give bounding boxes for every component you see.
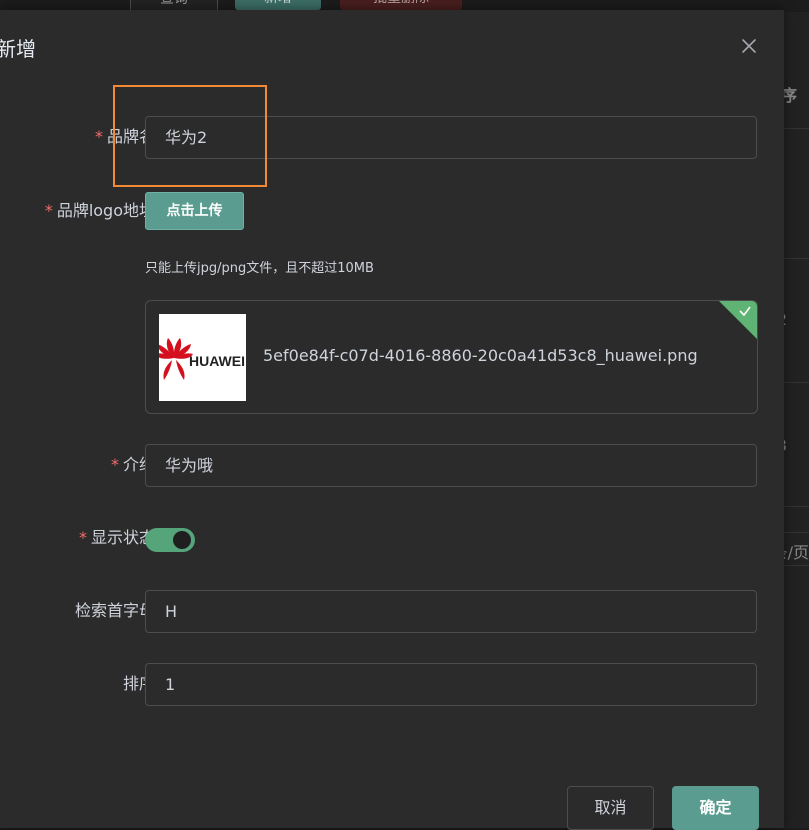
huawei-logo-text: HUAWEI (189, 353, 245, 369)
uploaded-file-card[interactable]: HUAWEI 5ef0e84f-c07d-4016-8860-20c0a41d5… (145, 300, 758, 414)
file-name: 5ef0e84f-c07d-4016-8860-20c0a41d53c8_hua… (263, 346, 698, 365)
first-letter-label: 检索首字母 (74, 601, 155, 620)
sort-input[interactable]: 1 (145, 663, 757, 706)
required-mark: * (94, 127, 103, 146)
required-mark: * (110, 455, 119, 474)
huawei-logo-thumbnail: HUAWEI (155, 314, 246, 401)
cancel-button[interactable]: 取消 (567, 786, 654, 830)
upload-button[interactable]: 点击上传 (145, 192, 244, 230)
highlight-box (113, 85, 267, 187)
check-icon (739, 306, 751, 317)
first-letter-input[interactable]: H (145, 590, 757, 633)
upload-tip: 只能上传jpg/png文件，且不超过10MB (145, 261, 374, 276)
required-mark: * (44, 201, 53, 220)
confirm-button[interactable]: 确定 (672, 786, 759, 830)
show-status-toggle[interactable] (145, 528, 195, 552)
required-mark: * (78, 528, 87, 547)
dialog-title: 新增 (0, 37, 36, 61)
close-icon[interactable] (738, 35, 760, 57)
show-status-label: * 显示状态 (78, 528, 155, 547)
intro-input[interactable]: 华为哦 (145, 444, 757, 487)
toggle-knob (173, 531, 191, 549)
add-button[interactable]: 新增 (235, 0, 321, 10)
batch-delete-button[interactable]: 批量删除 (340, 0, 462, 10)
brand-logo-label: * 品牌logo地址 (44, 201, 155, 220)
